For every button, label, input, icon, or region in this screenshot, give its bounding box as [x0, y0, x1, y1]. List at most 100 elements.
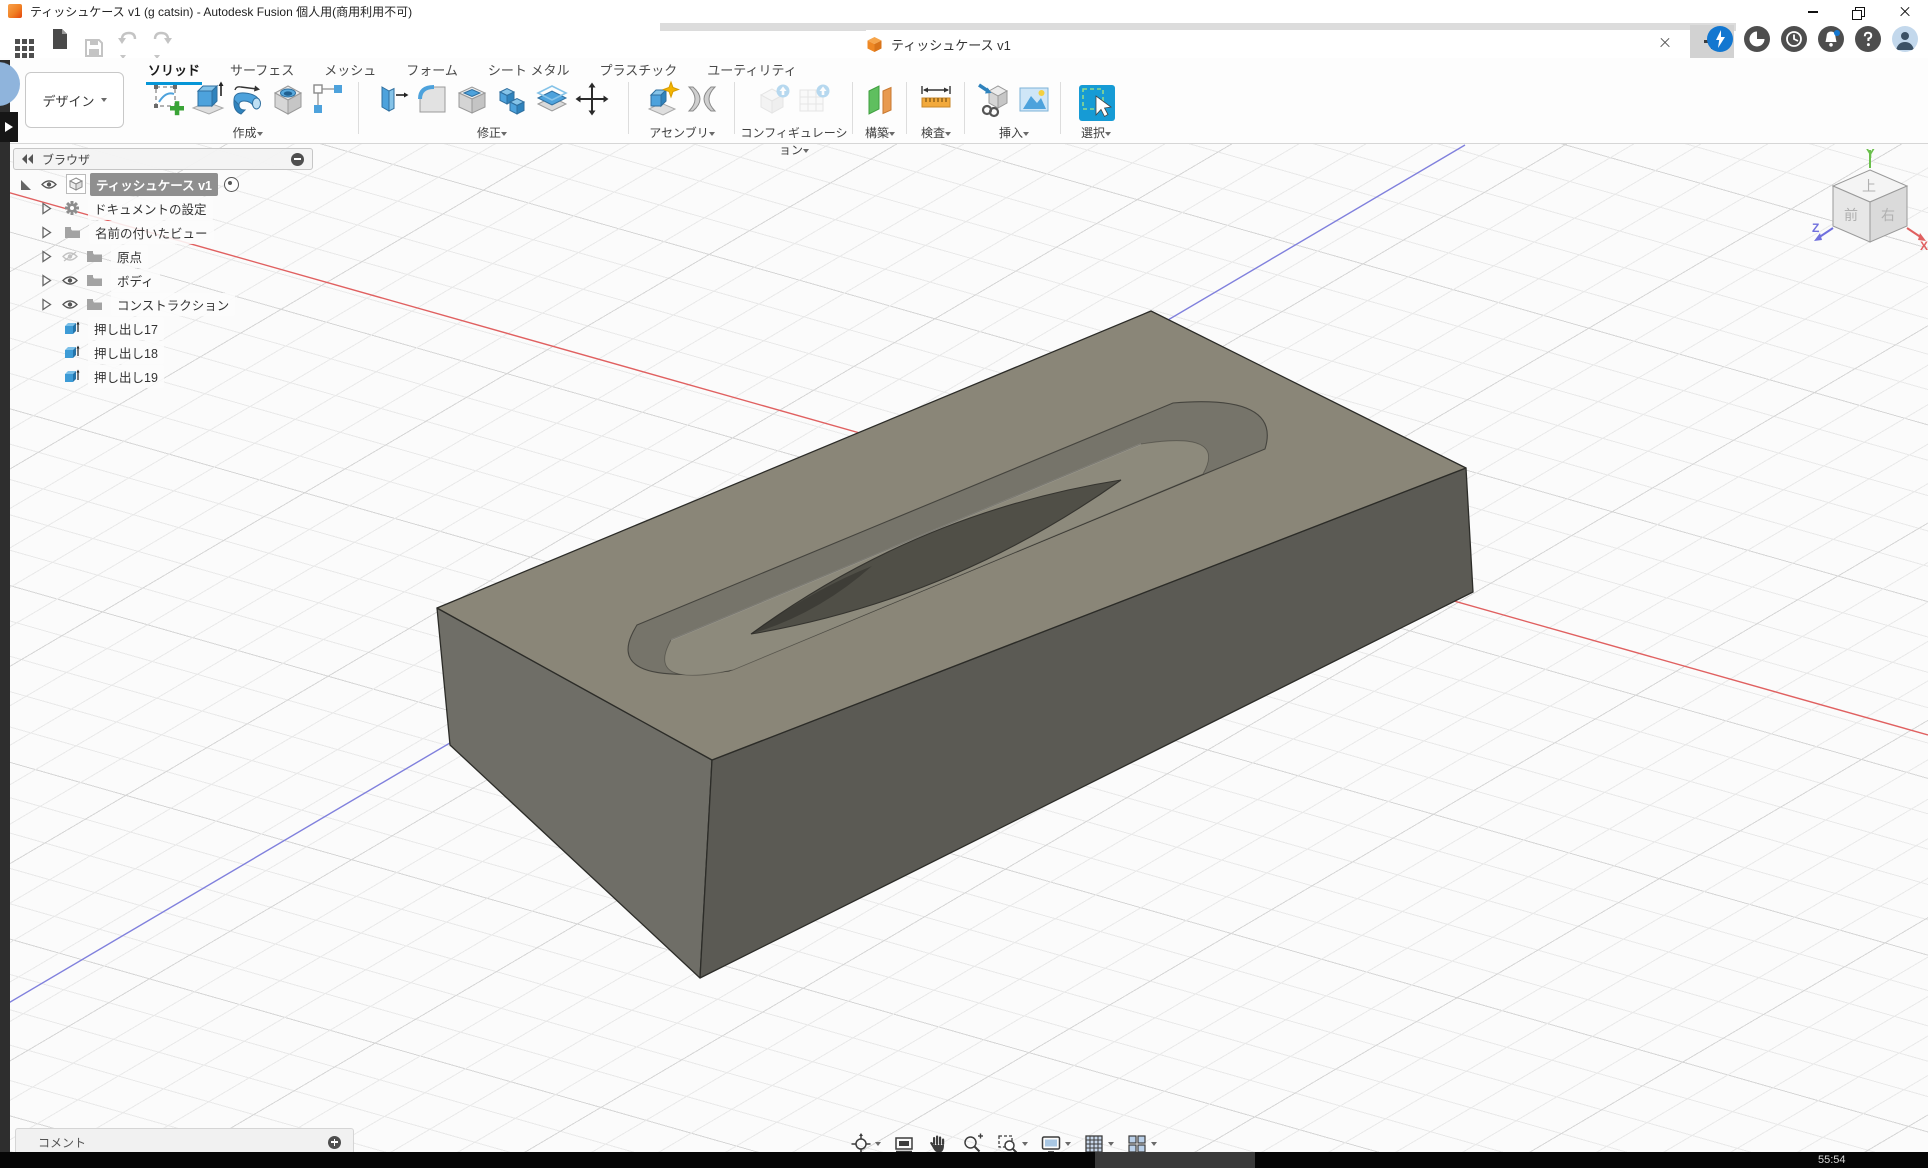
canvas-icon[interactable]	[1015, 80, 1053, 118]
extrude-feature-icon	[63, 320, 80, 337]
viewcube-axis-y: Y	[1866, 146, 1875, 161]
press-pull-icon[interactable]	[373, 80, 411, 118]
assemble-caret-icon	[709, 132, 715, 136]
viewcube-axis-z: Z	[1812, 221, 1819, 235]
browser-row-named-views[interactable]: 名前の付いたビュー	[41, 222, 214, 242]
select-icon[interactable]	[1074, 80, 1118, 124]
select-caret-icon	[1105, 132, 1111, 136]
tree-item-label[interactable]: 押し出し19	[88, 365, 164, 388]
tree-item-label[interactable]: コンストラクション	[111, 293, 235, 316]
notifications-bell-icon[interactable]	[1818, 26, 1844, 52]
create-sketch-icon[interactable]	[149, 80, 187, 118]
move-icon[interactable]	[573, 80, 611, 118]
visibility-eye-icon[interactable]	[62, 298, 78, 311]
offset-face-icon[interactable]	[533, 80, 571, 118]
tree-item-label[interactable]: ドキュメントの設定	[88, 197, 213, 220]
save-icon[interactable]	[84, 38, 104, 58]
restore-button[interactable]	[1836, 0, 1882, 22]
group-label-insert[interactable]: 挿入	[966, 124, 1062, 141]
shell-icon[interactable]	[453, 80, 491, 118]
rectangular-pattern-icon[interactable]	[309, 80, 347, 118]
group-label-construct[interactable]: 構築	[854, 124, 906, 141]
group-label-assemble[interactable]: アセンブリ	[630, 124, 734, 141]
expanded-arrow-icon[interactable]	[19, 178, 32, 191]
visibility-eye-icon[interactable]	[62, 274, 78, 287]
group-label-configuration[interactable]: コンフィギュレーション	[736, 124, 852, 158]
insert-mesh-icon[interactable]	[975, 80, 1013, 118]
group-label-modify[interactable]: 修正	[360, 124, 624, 141]
viewcube-label-right: 右	[1881, 207, 1895, 223]
view-cube[interactable]: Y 上 前 右 Z X	[1812, 146, 1928, 258]
expand-arrow-icon[interactable]	[41, 202, 52, 215]
tree-item-label[interactable]: 押し出し18	[88, 341, 164, 364]
document-tab[interactable]: ティッシュケース v1	[866, 30, 1690, 58]
recent-clock-icon[interactable]	[1781, 26, 1807, 52]
root-component-label[interactable]: ティッシュケース v1	[90, 173, 218, 196]
visibility-eye-icon[interactable]	[41, 179, 57, 190]
close-button[interactable]	[1882, 0, 1928, 22]
extensions-icon[interactable]	[1744, 26, 1770, 52]
inspect-caret-icon	[945, 132, 951, 136]
undo-icon	[118, 30, 138, 48]
redo-icon	[152, 30, 172, 48]
panel-minimize-icon[interactable]	[291, 153, 304, 166]
tab-close-icon[interactable]	[1656, 34, 1674, 52]
expand-arrow-icon[interactable]	[41, 298, 52, 311]
browser-header[interactable]: ブラウザ	[13, 148, 313, 170]
tree-item-label[interactable]: ボディ	[111, 269, 160, 292]
tissue-case-body[interactable]	[437, 311, 1473, 978]
document-tab-label: ティッシュケース v1	[891, 35, 1011, 54]
collapse-panel-icon[interactable]	[22, 154, 34, 164]
measure-icon[interactable]	[917, 80, 955, 118]
workspace-selector[interactable]: デザイン	[25, 72, 124, 128]
visibility-off-eye-icon[interactable]	[62, 250, 78, 263]
hole-icon[interactable]	[269, 80, 307, 118]
expand-arrow-icon[interactable]	[41, 274, 52, 287]
tree-item-label[interactable]: 原点	[111, 245, 148, 268]
browser-row-document-settings[interactable]: ドキュメントの設定	[41, 198, 213, 218]
ribbon-divider	[906, 82, 907, 134]
browser-row-root[interactable]: ティッシュケース v1	[19, 174, 239, 194]
job-status-icon[interactable]	[1707, 26, 1733, 52]
ribbon-divider	[964, 82, 965, 134]
configuration-icon[interactable]	[755, 80, 793, 118]
browser-row-extrude19[interactable]: 押し出し19	[63, 366, 164, 386]
expand-arrow-icon[interactable]	[41, 226, 52, 239]
folder-icon	[86, 250, 103, 263]
ribbon-divider	[852, 82, 853, 134]
orbit-caret-icon	[875, 1142, 881, 1146]
3d-viewport[interactable]	[0, 143, 1928, 1168]
extrude-icon[interactable]	[189, 80, 227, 118]
new-component-icon[interactable]	[643, 80, 681, 118]
joint-icon[interactable]	[683, 80, 721, 118]
comment-label: コメント	[38, 1134, 86, 1151]
viewports-caret-icon	[1151, 1142, 1157, 1146]
construction-plane-icon[interactable]	[861, 80, 899, 118]
grid-caret-icon	[1108, 1142, 1114, 1146]
add-comment-icon[interactable]	[328, 1136, 341, 1149]
browser-row-origin[interactable]: 原点	[41, 246, 148, 266]
browser-row-extrude18[interactable]: 押し出し18	[63, 342, 164, 362]
group-configuration: コンフィギュレーション	[736, 80, 852, 142]
avatar[interactable]	[1892, 26, 1918, 52]
browser-row-extrude17[interactable]: 押し出し17	[63, 318, 164, 338]
group-label-inspect[interactable]: 検査	[908, 124, 964, 141]
help-icon[interactable]	[1855, 26, 1881, 52]
configuration-table-icon[interactable]	[795, 80, 833, 118]
app-launcher-icon[interactable]	[12, 36, 36, 60]
minimize-button[interactable]	[1790, 0, 1836, 22]
group-label-select[interactable]: 選択	[1064, 124, 1128, 141]
construct-caret-icon	[889, 132, 895, 136]
browser-row-construction[interactable]: コンストラクション	[41, 294, 235, 314]
browser-row-bodies[interactable]: ボディ	[41, 270, 160, 290]
gear-icon	[64, 200, 80, 216]
revolve-icon[interactable]	[229, 80, 267, 118]
activate-component-icon[interactable]	[224, 177, 239, 192]
workspace-caret-icon	[101, 98, 107, 102]
group-label-create[interactable]: 作成	[140, 124, 355, 141]
fillet-icon[interactable]	[413, 80, 451, 118]
combine-icon[interactable]	[493, 80, 531, 118]
expand-arrow-icon[interactable]	[41, 250, 52, 263]
tree-item-label[interactable]: 名前の付いたビュー	[89, 221, 214, 244]
tree-item-label[interactable]: 押し出し17	[88, 317, 164, 340]
